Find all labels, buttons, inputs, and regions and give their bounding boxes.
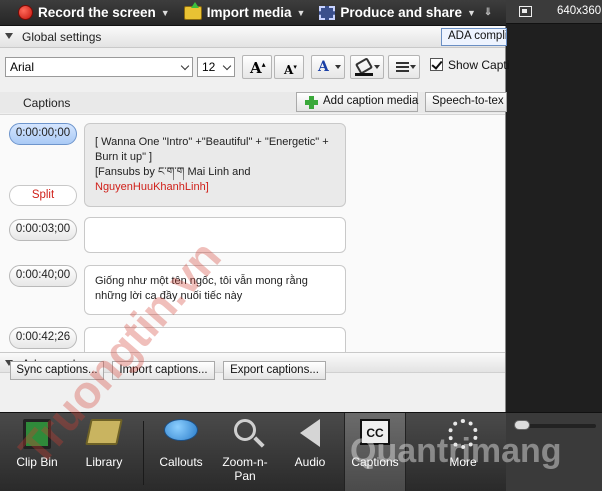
font-family-select[interactable]: Arial	[5, 57, 193, 77]
caption-time-pill[interactable]: 0:00:40;00	[9, 265, 77, 287]
tool-tabs: Clip Bin Library Callouts Zoom-n-Pan Aud…	[0, 412, 506, 491]
tab-callouts[interactable]: Callouts	[150, 413, 212, 491]
tab-audio[interactable]: Audio	[280, 413, 340, 491]
split-button[interactable]: Split	[9, 185, 77, 206]
produce-share-button[interactable]: Produce and share ▼	[315, 0, 479, 26]
tab-label: Captions	[351, 455, 399, 469]
text-align-button[interactable]	[388, 55, 420, 79]
add-caption-media-label: Add caption media	[323, 95, 419, 107]
font-family-value: Arial	[10, 60, 35, 74]
export-captions-button[interactable]: Export captions...	[223, 361, 326, 380]
zoom-icon	[234, 419, 256, 441]
caption-line: [Fansubs by ང་ག་ག Mai Linh and	[95, 166, 251, 178]
toolbar-overflow-icon[interactable]: ⇓	[484, 7, 492, 18]
cc-icon: CC	[360, 419, 390, 445]
add-caption-media-button[interactable]: Add caption media	[296, 92, 418, 112]
caption-text-box[interactable]: [ Wanna One "Intro" +"Beautiful" + "Ener…	[84, 123, 346, 207]
more-icon	[448, 419, 478, 449]
record-screen-label: Record the screen	[38, 5, 156, 20]
tab-captions[interactable]: CC Captions	[344, 413, 406, 491]
chevron-down-icon	[410, 65, 416, 69]
record-icon	[18, 5, 33, 20]
tab-clip-bin[interactable]: Clip Bin	[8, 413, 66, 491]
tab-library[interactable]: Library	[74, 413, 134, 491]
preview-canvas	[506, 24, 602, 420]
chevron-down-icon: ▼	[296, 7, 306, 18]
caption-line: [ Wanna One "Intro" +"Beautiful" + "Ener…	[95, 136, 329, 148]
tab-divider	[143, 421, 144, 485]
captions-panel: Global settings ADA compli Arial 12 A▴ A…	[0, 26, 510, 412]
tab-zoom-n-pan[interactable]: Zoom-n-Pan	[214, 413, 276, 491]
resolution-label[interactable]: 640x360	[557, 5, 601, 17]
captions-title: Captions	[23, 96, 71, 110]
chevron-down-icon: ▼	[466, 7, 476, 18]
import-captions-button[interactable]: Import captions...	[112, 361, 215, 380]
tab-label: Clip Bin	[16, 455, 58, 469]
tab-more[interactable]: More	[432, 413, 494, 491]
sync-captions-button[interactable]: Sync captions...	[10, 361, 104, 380]
import-media-button[interactable]: Import media ▼	[180, 0, 310, 26]
captions-header: Captions Add caption media Speech-to-tex	[0, 92, 507, 113]
caption-text-box[interactable]	[84, 217, 346, 253]
speaker-icon	[300, 419, 320, 447]
caption-time-pill[interactable]: 0:00:00;00	[9, 123, 77, 145]
tab-label: More	[449, 455, 477, 469]
speech-to-text-button[interactable]: Speech-to-tex	[425, 92, 507, 112]
caption-time-pill[interactable]: 0:00:03;00	[9, 219, 77, 241]
caption-line: Giống như một tên ngốc, tôi vẫn mong rằn…	[95, 275, 308, 287]
show-captions-label: Show Capti	[448, 58, 510, 72]
chevron-down-icon	[335, 65, 341, 69]
fill-color-swatch	[355, 73, 373, 76]
chevron-down-icon	[222, 61, 232, 71]
caption-line: những lời ca đầy nuối tiếc này	[95, 290, 243, 302]
shrink-font-button[interactable]: A▾	[274, 55, 304, 79]
fill-color-button[interactable]	[350, 55, 384, 79]
grow-font-button[interactable]: A▴	[242, 55, 272, 79]
caption-line-highlight: NguyenHuuKhanhLinh]	[95, 181, 209, 193]
tab-label: Callouts	[159, 455, 203, 469]
preview-toolbar: 640x360	[506, 0, 602, 24]
plus-icon	[305, 96, 318, 109]
tab-label: Zoom-n-Pan	[222, 455, 268, 483]
caption-time-pill[interactable]: 0:00:42;26	[9, 327, 77, 349]
caption-text-box[interactable]	[84, 327, 346, 352]
ada-compliance-button[interactable]: ADA compli	[441, 28, 507, 46]
film-icon	[319, 5, 336, 20]
resolution-icon[interactable]	[519, 6, 532, 17]
caption-text-box[interactable]: Giống như một tên ngốc, tôi vẫn mong rằn…	[84, 265, 346, 315]
chevron-down-icon	[180, 61, 190, 71]
collapse-triangle-icon[interactable]	[5, 33, 13, 39]
tab-label: Audio	[294, 455, 326, 469]
chevron-down-icon: ▼	[160, 7, 170, 18]
tab-label: Library	[85, 455, 123, 469]
show-captions-checkbox[interactable]	[430, 58, 443, 71]
font-size-value: 12	[202, 60, 216, 74]
font-color-button[interactable]: A	[311, 55, 345, 79]
folder-import-icon	[183, 1, 202, 20]
main-toolbar: Record the screen ▼ Import media ▼ Produ…	[0, 0, 506, 26]
clip-bin-icon	[23, 419, 51, 449]
caption-line: Burn it up" ]	[95, 151, 153, 163]
global-settings-header[interactable]: Global settings	[0, 26, 505, 48]
scrub-slider-handle[interactable]	[514, 420, 530, 430]
caption-list: 0:00:00;00 Split [ Wanna One "Intro" +"B…	[0, 114, 505, 352]
produce-share-label: Produce and share	[340, 5, 462, 20]
library-icon	[85, 419, 123, 445]
import-media-label: Import media	[206, 5, 292, 20]
callout-icon	[164, 419, 198, 441]
align-left-icon	[396, 62, 409, 73]
chevron-down-icon	[374, 65, 380, 69]
record-screen-button[interactable]: Record the screen ▼	[14, 0, 174, 26]
global-settings-title: Global settings	[22, 30, 102, 44]
font-size-select[interactable]: 12	[197, 57, 235, 77]
